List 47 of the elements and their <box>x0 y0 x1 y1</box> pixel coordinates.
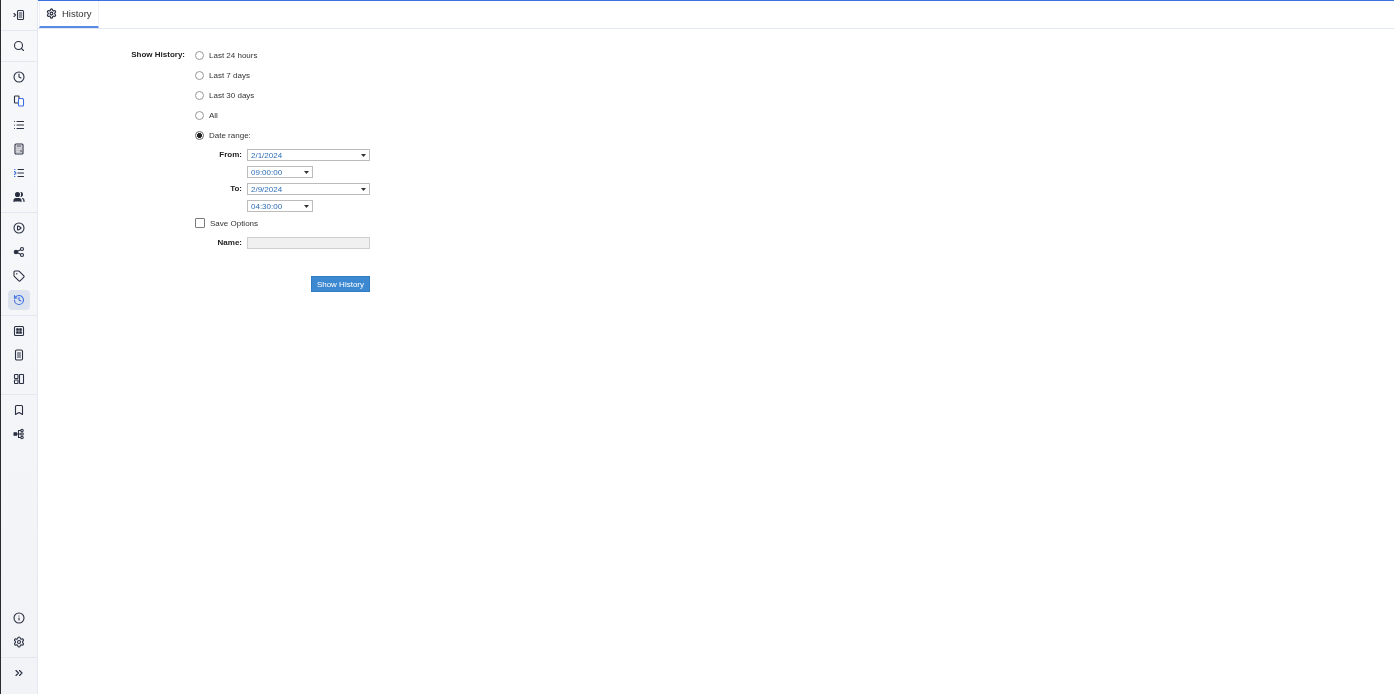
indent-list-icon <box>13 167 25 179</box>
chevrons-right-icon <box>13 667 25 679</box>
radio-button[interactable] <box>195 110 204 120</box>
radio-button[interactable] <box>195 130 204 140</box>
option-label[interactable]: Last 24 hours <box>209 50 258 60</box>
bookmark-icon <box>13 404 25 416</box>
settings-icon <box>46 8 57 19</box>
option-label[interactable]: Last 30 days <box>209 90 255 100</box>
document-icon <box>13 349 25 361</box>
option-label[interactable]: Save Options <box>210 218 259 228</box>
caret-down-icon <box>304 170 309 174</box>
show-history-button[interactable]: Show History <box>310 276 370 292</box>
checkbox[interactable] <box>195 218 205 228</box>
date-select[interactable]: 2/9/2024 <box>247 183 370 195</box>
radio-button[interactable] <box>195 70 204 80</box>
panel-icon <box>13 9 25 21</box>
option-label[interactable]: All <box>209 110 218 120</box>
info-icon <box>13 612 25 624</box>
caret-down-icon <box>304 204 309 208</box>
history-icon <box>13 294 25 306</box>
date-select[interactable]: 2/1/2024 <box>247 149 370 161</box>
grid-icon <box>13 325 25 337</box>
field-label: Show History: <box>130 49 185 61</box>
option-label[interactable]: Date range: <box>209 130 251 140</box>
option-label[interactable]: Last 7 days <box>209 70 250 80</box>
clock-icon <box>13 71 25 83</box>
radio-button[interactable] <box>195 90 204 100</box>
field-label: From: <box>218 149 242 161</box>
field-label: Name: <box>216 237 242 249</box>
list-icon <box>13 119 25 131</box>
calculator-icon <box>13 143 25 155</box>
settings-icon <box>13 636 25 648</box>
layout-icon <box>13 373 25 385</box>
play-circle-icon <box>13 222 25 234</box>
users-icon <box>13 191 25 203</box>
hierarchy-icon <box>13 428 25 440</box>
tab[interactable]: History <box>39 1 99 28</box>
phones-icon <box>13 95 25 107</box>
radio-button[interactable] <box>195 50 204 60</box>
tag-icon <box>13 270 25 282</box>
caret-down-icon <box>361 153 366 157</box>
search-icon <box>13 40 25 52</box>
time-select[interactable]: 09:00:00 <box>247 166 313 178</box>
time-select[interactable]: 04:30:00 <box>247 200 313 212</box>
caret-down-icon <box>361 187 366 191</box>
nodes-icon <box>13 246 25 258</box>
field-label: To: <box>229 183 242 195</box>
